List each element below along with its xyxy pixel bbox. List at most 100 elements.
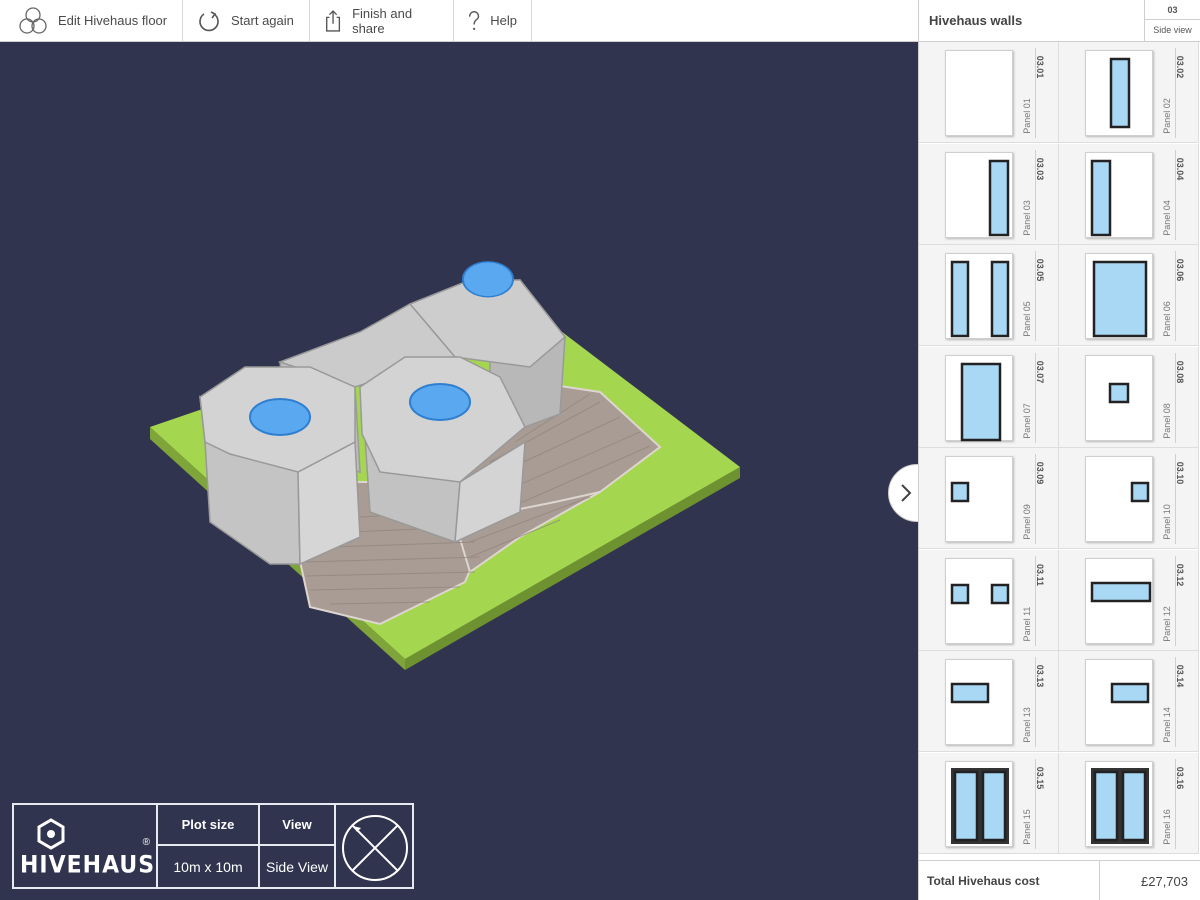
edit-floor-label: Edit Hivehaus floor <box>58 13 168 28</box>
panel-thumbnail <box>945 760 1013 847</box>
panel-thumbnail <box>1085 456 1153 542</box>
panel-code-label: 03.07 <box>1035 360 1045 383</box>
wall-panel-card[interactable]: 03.01 Panel 01 <box>919 42 1059 143</box>
panel-name-label: Panel 10 <box>1162 504 1172 540</box>
hivehaus-logo-mark <box>37 818 65 850</box>
panel-name-label: Panel 15 <box>1022 808 1032 845</box>
panel-code-label: 03.08 <box>1175 360 1185 383</box>
share-icon <box>326 9 341 32</box>
blank-wall-icon <box>946 51 1014 137</box>
panel-thumbnail <box>1085 760 1153 847</box>
panel-view: Side view <box>1153 25 1192 35</box>
compass[interactable] <box>336 805 412 887</box>
view-column: View Side View <box>260 805 336 887</box>
wall-panel-card[interactable]: 03.16 Panel 16 <box>1059 752 1199 854</box>
panel-name-label: Panel 12 <box>1162 605 1172 642</box>
compass-icon <box>342 815 408 881</box>
panel-name-label: Panel 13 <box>1022 707 1032 743</box>
hexagon-cluster-icon <box>19 6 47 34</box>
wall-panel-card[interactable]: 03.08 Panel 08 <box>1059 346 1199 448</box>
panel-name-label: Panel 16 <box>1162 808 1172 845</box>
edit-floor-button[interactable]: Edit Hivehaus floor <box>0 0 183 41</box>
panel-thumbnail <box>1085 50 1153 136</box>
hivehaus-logo: ® HIVEHAUS <box>14 805 158 887</box>
walls-panel: Hivehaus walls 03 Side view 03.01 Panel … <box>918 0 1200 900</box>
double-glazed-door-icon <box>1091 767 1149 844</box>
panel-thumbnail <box>945 151 1013 238</box>
strip-window-left-icon <box>950 682 990 704</box>
wall-panel-card[interactable]: 03.05 Panel 05 <box>919 245 1059 346</box>
panel-code-label: 03.12 <box>1175 563 1185 586</box>
view-label: View <box>260 805 334 846</box>
panel-code-label: 03.13 <box>1035 664 1045 688</box>
panel-code-label: 03.10 <box>1175 461 1185 485</box>
start-again-button[interactable]: Start again <box>183 0 310 41</box>
panel-footer: Total Hivehaus cost £27,703 <box>919 860 1200 900</box>
panel-name-label: Panel 06 <box>1162 301 1172 337</box>
panel-code-label: 03.05 <box>1035 258 1045 282</box>
panel-code-label: 03.01 <box>1035 55 1045 79</box>
view-value[interactable]: Side View <box>260 846 334 887</box>
small-window-center-icon <box>1108 382 1130 403</box>
wall-panel-card[interactable]: 03.14 Panel 14 <box>1059 651 1199 752</box>
module-left <box>199 366 361 566</box>
two-small-windows-icon <box>950 583 1010 604</box>
3d-viewport[interactable]: ® HIVEHAUS Plot size 10m x 10m View Side… <box>0 42 918 900</box>
registered-mark: ® <box>142 837 150 848</box>
panel-code: 03 <box>1145 0 1200 20</box>
wall-panel-card[interactable]: 03.10 Panel 10 <box>1059 448 1199 549</box>
wall-panel-card[interactable]: 03.06 Panel 06 <box>1059 245 1199 346</box>
panel-thumbnail <box>945 659 1013 745</box>
wall-panel-card[interactable]: 03.03 Panel 03 <box>919 143 1059 245</box>
help-label: Help <box>490 13 517 28</box>
panel-name-label: Panel 03 <box>1022 199 1032 236</box>
wall-panel-card[interactable]: 03.04 Panel 04 <box>1059 143 1199 245</box>
panel-code-label: 03.03 <box>1035 157 1045 180</box>
panel-thumbnail <box>1085 253 1153 339</box>
wall-panel-card[interactable]: 03.11 Panel 11 <box>919 549 1059 651</box>
panel-thumbnail <box>1085 354 1153 441</box>
panel-name-label: Panel 11 <box>1022 606 1032 641</box>
door-icon <box>960 362 1002 441</box>
wall-panel-card[interactable]: 03.15 Panel 15 <box>919 752 1059 854</box>
info-box: ® HIVEHAUS Plot size 10m x 10m View Side… <box>12 803 414 889</box>
panel-code-label: 03.09 <box>1035 461 1045 485</box>
hivehaus-3d-model[interactable] <box>0 42 918 900</box>
wide-tall-window-icon <box>1092 260 1148 338</box>
panel-name-label: Panel 09 <box>1022 504 1032 540</box>
panel-code-label: 03.02 <box>1175 55 1185 79</box>
small-window-left-icon <box>950 481 970 503</box>
panel-name-label: Panel 07 <box>1022 402 1032 439</box>
panel-name-label: Panel 05 <box>1022 301 1032 337</box>
wall-panel-card[interactable]: 03.09 Panel 09 <box>919 448 1059 549</box>
panel-code-label: 03.14 <box>1175 664 1185 688</box>
wall-panel-grid: 03.01 Panel 01 03.02 Panel 02 03.03 Pane… <box>919 42 1200 860</box>
wall-panel-card[interactable]: 03.13 Panel 13 <box>919 651 1059 752</box>
panel-thumbnail <box>945 557 1013 644</box>
total-cost-label: Total Hivehaus cost <box>919 861 1100 900</box>
logo-wordmark: HIVEHAUS <box>20 851 156 880</box>
wall-panel-card[interactable]: 03.07 Panel 07 <box>919 346 1059 448</box>
panel-thumbnail <box>1085 659 1153 745</box>
wall-panel-card[interactable]: 03.12 Panel 12 <box>1059 549 1199 651</box>
narrow-tall-window-left-icon <box>1090 159 1112 236</box>
plot-size-value: 10m x 10m <box>173 858 243 875</box>
panel-thumbnail <box>945 456 1013 542</box>
double-glazed-door-icon <box>951 767 1009 844</box>
plot-size-label: Plot size <box>158 805 258 846</box>
question-mark-icon <box>469 10 480 30</box>
panel-code-label: 03.15 <box>1035 766 1045 789</box>
panel-name-label: Panel 14 <box>1162 707 1172 743</box>
wall-panel-card[interactable]: 03.02 Panel 02 <box>1059 42 1199 143</box>
panel-thumbnail <box>945 50 1013 136</box>
help-button[interactable]: Help <box>454 0 532 41</box>
panel-name-label: Panel 01 <box>1022 98 1032 134</box>
wide-strip-window-icon <box>1090 581 1152 602</box>
panel-code-label: 03.06 <box>1175 258 1185 282</box>
finish-share-button[interactable]: Finish and share <box>310 0 454 41</box>
strip-window-right-icon <box>1110 682 1150 704</box>
restart-icon <box>199 10 219 31</box>
plot-size-column: Plot size 10m x 10m <box>158 805 260 887</box>
panel-code-box[interactable]: 03 Side view <box>1144 0 1200 41</box>
panel-thumbnail <box>945 354 1013 441</box>
